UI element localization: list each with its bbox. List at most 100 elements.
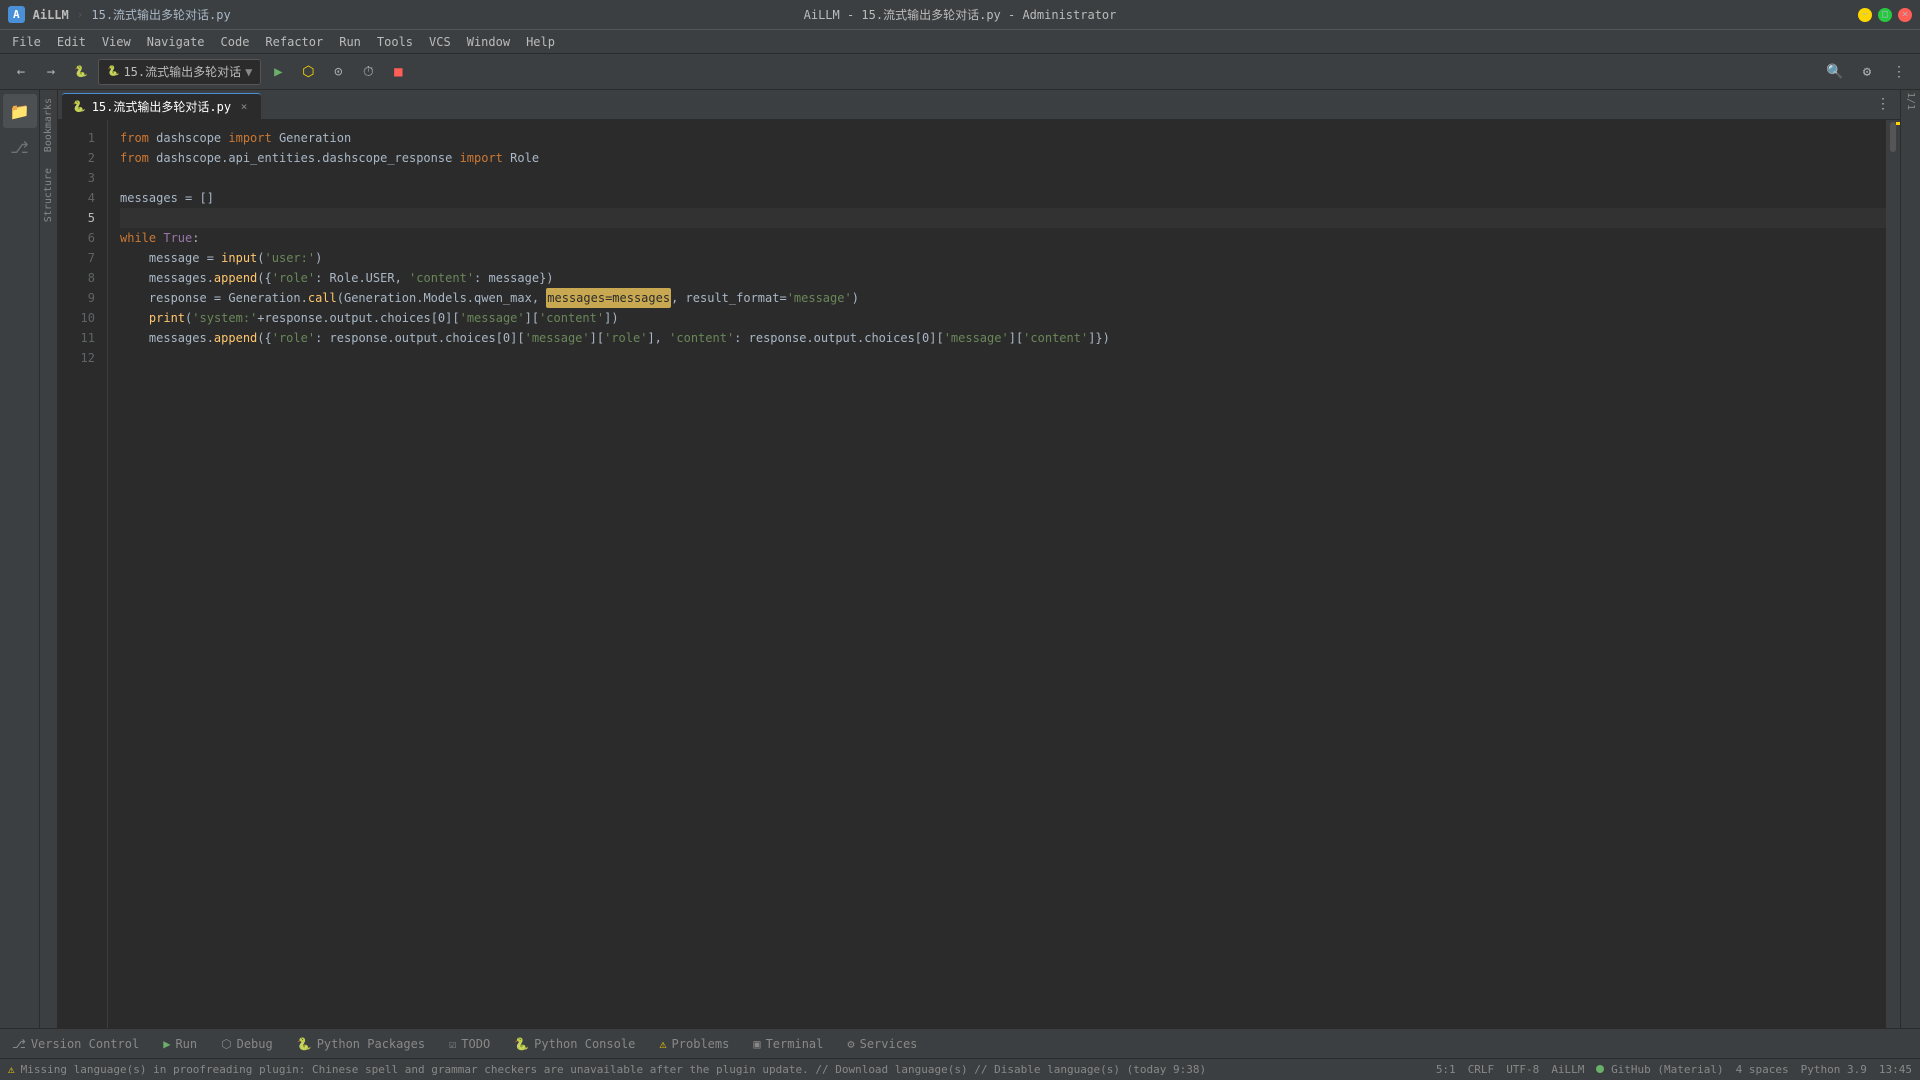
line-num-2: 2 — [62, 148, 103, 168]
code-content[interactable]: from dashscope import Generation from da… — [108, 120, 1886, 1028]
code-line-9: response = Generation.call(Generation.Mo… — [120, 288, 1886, 308]
token: : — [192, 228, 199, 248]
toolbar-recent-files-button[interactable]: 🐍 — [68, 59, 94, 85]
bottom-tab-python-packages[interactable]: 🐍 Python Packages — [293, 1035, 429, 1053]
bottom-tab-version-control[interactable]: ⎇ Version Control — [8, 1035, 143, 1053]
version-control-label: Version Control — [31, 1037, 139, 1051]
coverage-button[interactable]: ⊙ — [325, 59, 351, 85]
menu-refactor[interactable]: Refactor — [257, 33, 331, 51]
status-message: Missing language(s) in proofreading plug… — [21, 1063, 1206, 1076]
menu-run[interactable]: Run — [331, 33, 369, 51]
tab-close-0[interactable]: × — [237, 100, 251, 114]
menu-bar: File Edit View Navigate Code Refactor Ru… — [0, 30, 1920, 54]
close-button[interactable]: × — [1898, 8, 1912, 22]
debug-icon: ⬡ — [221, 1037, 231, 1051]
maximize-button[interactable]: □ — [1878, 8, 1892, 22]
token: , result_format= — [671, 288, 787, 308]
search-toolbar-button[interactable]: 🔍 — [1822, 59, 1848, 85]
side-tabs: Bookmarks Structure — [40, 90, 58, 1028]
py-icon: 🐍 — [72, 100, 86, 113]
token: ]) — [604, 308, 618, 328]
menu-window[interactable]: Window — [459, 33, 518, 51]
token-highlight: messages=messages — [546, 288, 671, 308]
run-config-selector[interactable]: 🐍 15.流式输出多轮对话 ▼ — [98, 59, 261, 85]
status-vcs[interactable]: GitHub (Material) — [1596, 1063, 1723, 1076]
token: input — [221, 248, 257, 268]
token: ]}) — [1088, 328, 1110, 348]
status-position[interactable]: 5:1 — [1436, 1063, 1456, 1076]
token: Generation — [279, 128, 351, 148]
editor-tab-0[interactable]: 🐍 15.流式输出多轮对话.py × — [62, 93, 261, 119]
token: +response.output.choices[0][ — [257, 308, 459, 328]
line-num-3: 3 — [62, 168, 103, 188]
token: : response.output.choices[0][ — [734, 328, 944, 348]
python-console-icon: 🐍 — [514, 1037, 529, 1051]
tab-label-0: 15.流式输出多轮对话.py — [92, 98, 231, 115]
menu-vcs[interactable]: VCS — [421, 33, 459, 51]
code-line-3 — [120, 168, 1886, 188]
scroll-gutter[interactable] — [1886, 120, 1900, 1028]
token: 'role' — [604, 328, 647, 348]
profile-button[interactable]: ⏱ — [355, 59, 381, 85]
structure-tab[interactable]: Structure — [41, 160, 56, 230]
scroll-thumb[interactable] — [1890, 122, 1896, 152]
bottom-tab-terminal[interactable]: ▣ Terminal — [749, 1035, 827, 1053]
problems-icon: ⚠ — [659, 1037, 666, 1051]
run-button[interactable]: ▶ — [265, 59, 291, 85]
minimize-button[interactable]: − — [1858, 8, 1872, 22]
bottom-tab-services[interactable]: ⚙ Services — [843, 1035, 921, 1053]
menu-tools[interactable]: Tools — [369, 33, 421, 51]
menu-navigate[interactable]: Navigate — [139, 33, 213, 51]
tabs-container: 🐍 15.流式输出多轮对话.py × — [62, 93, 261, 119]
token: 'message' — [460, 308, 525, 328]
sidebar-commit-icon[interactable]: ⎇ — [3, 130, 37, 164]
tab-more-button[interactable]: ⋮ — [1870, 91, 1896, 117]
bookmarks-tab[interactable]: Bookmarks — [41, 90, 56, 160]
token: dashscope.api_entities.dashscope_respons… — [156, 148, 459, 168]
menu-view[interactable]: View — [94, 33, 139, 51]
token: 'message' — [525, 328, 590, 348]
status-indent[interactable]: 4 spaces — [1736, 1063, 1789, 1076]
left-sidebar: 📁 ⎇ — [0, 90, 40, 1028]
status-theme[interactable]: AiLLM — [1551, 1063, 1584, 1076]
line-num-7: 7 — [62, 248, 103, 268]
menu-code[interactable]: Code — [213, 33, 258, 51]
menu-file[interactable]: File — [4, 33, 49, 51]
more-toolbar-button[interactable]: ⋮ — [1886, 59, 1912, 85]
line-num-12: 12 — [62, 348, 103, 368]
token: 'user:' — [265, 248, 316, 268]
bottom-tab-problems[interactable]: ⚠ Problems — [655, 1035, 733, 1053]
token: while — [120, 228, 163, 248]
token: : response.output.choices[0][ — [315, 328, 525, 348]
stop-button[interactable]: ■ — [385, 59, 411, 85]
bottom-tab-python-console[interactable]: 🐍 Python Console — [510, 1035, 639, 1053]
menu-help[interactable]: Help — [518, 33, 563, 51]
status-encoding[interactable]: UTF-8 — [1506, 1063, 1539, 1076]
debug-button[interactable]: ⬡ — [295, 59, 321, 85]
status-right: 5:1 CRLF UTF-8 AiLLM GitHub (Material) 4… — [1436, 1063, 1912, 1076]
sidebar-project-icon[interactable]: 📁 — [3, 94, 37, 128]
token: message = — [120, 248, 221, 268]
bottom-tab-run[interactable]: ▶ Run — [159, 1035, 201, 1053]
title-bar: A AiLLM › 15.流式输出多轮对话.py AiLLM - 15.流式输出… — [0, 0, 1920, 30]
bottom-tab-todo[interactable]: ☑ TODO — [445, 1035, 494, 1053]
token: messages. — [120, 268, 214, 288]
problems-label: Problems — [672, 1037, 730, 1051]
token: 'role' — [272, 268, 315, 288]
python-console-label: Python Console — [534, 1037, 635, 1051]
toolbar-back-button[interactable]: ← — [8, 59, 34, 85]
code-line-5 — [120, 208, 1886, 228]
token: 'system:' — [192, 308, 257, 328]
status-line-ending[interactable]: CRLF — [1468, 1063, 1495, 1076]
bottom-tab-debug[interactable]: ⬡ Debug — [217, 1035, 277, 1053]
settings-toolbar-button[interactable]: ⚙ — [1854, 59, 1880, 85]
line-num-11: 11 — [62, 328, 103, 348]
status-lang[interactable]: Python 3.9 — [1801, 1063, 1867, 1076]
token: 'content' — [1023, 328, 1088, 348]
status-warning-icon[interactable]: ⚠ — [8, 1063, 15, 1076]
toolbar-forward-button[interactable]: → — [38, 59, 64, 85]
toolbar: ← → 🐍 🐍 15.流式输出多轮对话 ▼ ▶ ⬡ ⊙ ⏱ ■ 🔍 ⚙ ⋮ — [0, 54, 1920, 90]
line-num-9: 9 — [62, 288, 103, 308]
menu-edit[interactable]: Edit — [49, 33, 94, 51]
line-num-4: 4 — [62, 188, 103, 208]
